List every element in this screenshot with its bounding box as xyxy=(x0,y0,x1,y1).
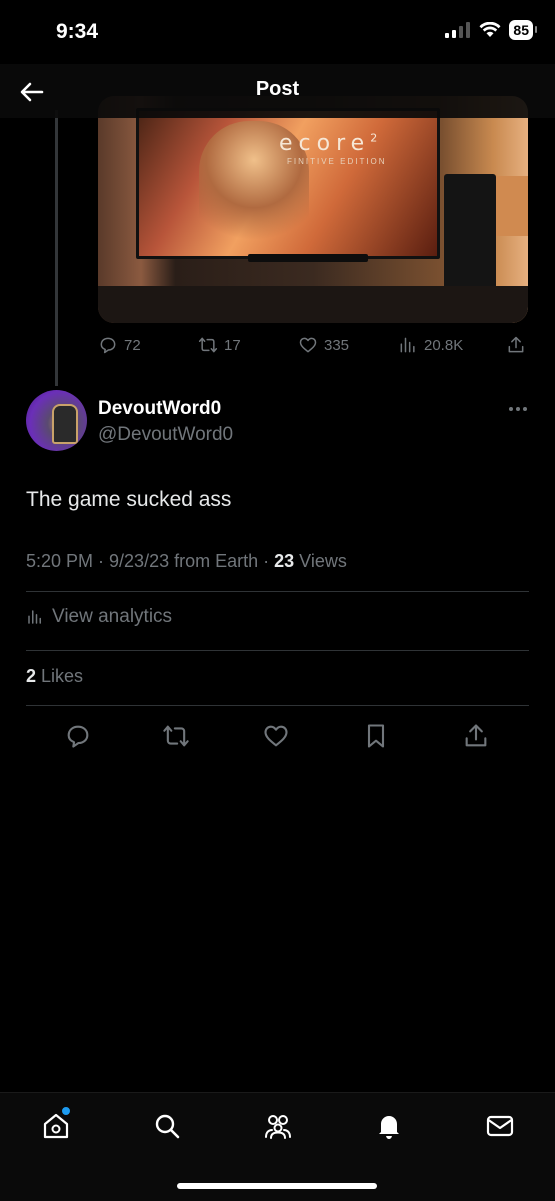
media-game-subtitle: FINITIVE EDITION xyxy=(287,157,387,166)
more-options-icon[interactable] xyxy=(507,398,529,420)
post-timestamp: 5:20 PM · 9/23/23 from Earth · xyxy=(26,551,275,571)
avatar[interactable] xyxy=(26,390,87,451)
home-indicator[interactable] xyxy=(177,1183,377,1189)
parent-post-actions: 72 17 335 20.8K xyxy=(98,335,528,359)
media-floor xyxy=(98,286,528,323)
like-icon[interactable] xyxy=(262,722,290,750)
reply-count: 72 xyxy=(124,336,141,354)
views-label: Views xyxy=(294,551,347,571)
search-icon[interactable] xyxy=(152,1111,182,1141)
reply-icon[interactable] xyxy=(64,722,92,750)
share-icon[interactable] xyxy=(462,722,490,750)
divider xyxy=(26,705,529,706)
reply-stat[interactable]: 72 xyxy=(98,335,141,355)
wifi-icon xyxy=(479,22,501,37)
media-tv-stand xyxy=(248,254,368,262)
cellular-signal-icon xyxy=(445,22,471,38)
author-display-name[interactable]: DevoutWord0 xyxy=(98,398,221,420)
divider xyxy=(26,591,529,592)
like-count: 335 xyxy=(324,336,350,354)
divider xyxy=(26,650,529,651)
share-icon xyxy=(508,336,524,353)
likes-number: 2 xyxy=(26,666,37,686)
status-time: 9:34 xyxy=(56,20,99,43)
post-meta: 5:20 PM · 9/23/23 from Earth · 23 Views xyxy=(26,551,347,572)
analytics-icon xyxy=(400,337,415,353)
post-action-bar xyxy=(26,722,529,750)
likes-count-link[interactable]: 2 Likes xyxy=(26,666,83,687)
views-stat[interactable]: 20.8K xyxy=(398,335,463,355)
media-lamp-glow xyxy=(494,176,528,236)
avatar-figure xyxy=(52,404,78,444)
like-icon xyxy=(299,337,317,353)
like-stat[interactable]: 335 xyxy=(298,335,349,355)
views-count: 20.8K xyxy=(424,336,464,354)
view-analytics-link[interactable]: View analytics xyxy=(26,606,172,628)
parent-post-media[interactable]: ecore2 FINITIVE EDITION xyxy=(98,96,528,323)
media-speaker xyxy=(444,174,496,289)
reply-icon xyxy=(100,337,116,354)
thread-connector xyxy=(55,110,58,386)
author-handle[interactable]: @DevoutWord0 xyxy=(98,424,233,446)
status-icons: 85 xyxy=(445,20,537,40)
home-notification-dot xyxy=(60,1105,72,1117)
media-tv-screen: ecore2 FINITIVE EDITION xyxy=(136,108,440,259)
analytics-icon xyxy=(28,610,41,624)
repost-count: 17 xyxy=(224,336,241,354)
top-header: Post xyxy=(0,64,555,118)
likes-label: Likes xyxy=(36,666,84,686)
post-text: The game sucked ass xyxy=(26,488,232,511)
page-title: Post xyxy=(255,78,300,100)
share-stat[interactable] xyxy=(506,335,526,355)
status-bar: 9:34 85 xyxy=(0,0,555,64)
repost-icon xyxy=(198,337,218,353)
repost-stat[interactable]: 17 xyxy=(198,335,241,355)
views-number: 23 xyxy=(274,551,295,571)
battery-indicator: 85 xyxy=(509,20,537,40)
communities-icon[interactable] xyxy=(263,1111,293,1141)
media-game-logo: ecore2 xyxy=(279,131,384,156)
messages-icon[interactable] xyxy=(485,1111,515,1141)
bookmark-icon[interactable] xyxy=(362,722,390,750)
repost-icon[interactable] xyxy=(162,722,190,750)
notifications-icon[interactable] xyxy=(374,1111,404,1141)
view-analytics-label: View analytics xyxy=(52,606,173,627)
